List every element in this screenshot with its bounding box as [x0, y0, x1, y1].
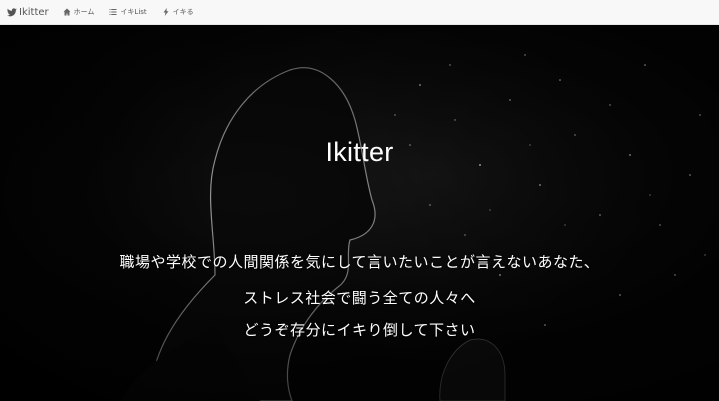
list-icon [109, 8, 117, 16]
nav-item-home[interactable]: ホーム [63, 7, 95, 17]
brand-label: Ikitter [19, 6, 49, 18]
bolt-icon [162, 8, 170, 16]
hero-tagline-1: 職場や学校での人間関係を気にして言いたいことが言えないあなた、 [119, 253, 600, 271]
nav-item-home-label: ホーム [73, 8, 95, 16]
nav-item-ikilist[interactable]: イキList [109, 7, 147, 17]
brand-link[interactable]: Ikitter [7, 7, 49, 18]
top-navbar: Ikitter ホーム イキList イキる [0, 0, 719, 25]
home-icon [63, 8, 71, 16]
hero-title: Ikitter [325, 137, 394, 167]
nav-item-ikiru-label: イキる [172, 8, 194, 16]
hero-tagline-3: どうぞ存分にイキり倒して下さい [243, 321, 476, 339]
nav-item-ikiru[interactable]: イキる [162, 7, 194, 17]
hero-background-image [0, 25, 719, 401]
hero-tagline-2: ストレス社会で闘う全ての人々へ [243, 289, 476, 307]
bird-icon [7, 7, 17, 16]
hero-section: Ikitter 職場や学校での人間関係を気にして言いたいことが言えないあなた、 … [0, 25, 719, 401]
nav-item-ikilist-label: イキList [120, 8, 147, 16]
